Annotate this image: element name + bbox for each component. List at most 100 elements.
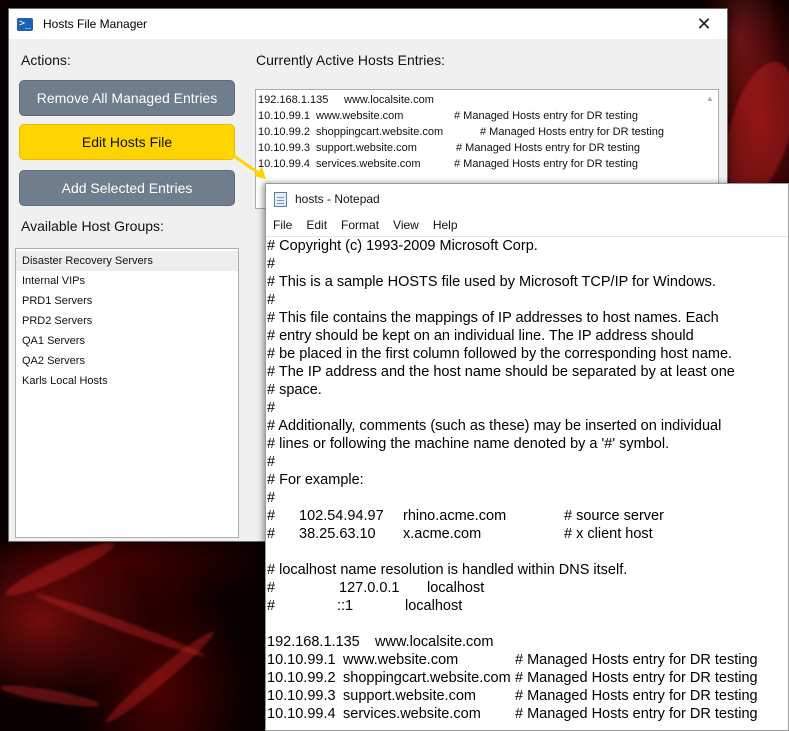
text-segment: # [267,400,276,416]
entry-comment: # Managed Hosts entry for DR testing [456,142,641,154]
manager-titlebar[interactable]: >_ Hosts File Manager ✕ [9,9,727,39]
text-segment: # For example: [267,472,364,488]
text-segment: services.website.com [343,706,481,722]
text-line: # be placed in the first column followed… [267,345,788,363]
text-segment: shoppingcart.website.com [343,670,511,686]
text-segment: # x client host [564,526,653,542]
text-segment: # [267,454,276,470]
text-segment: # [267,490,276,506]
text-segment: 102.54.94.97 [299,508,384,524]
list-item[interactable]: QA1 Servers [16,331,238,351]
notepad-window: hosts - Notepad File Edit Format View Help #… [265,183,789,731]
text-segment: localhost [405,598,463,614]
notepad-text-area[interactable]: # Copyright (c) 1993-2009 Microsoft Corp… [266,236,788,730]
text-segment: # source server [564,508,664,524]
arrow-icon [233,154,266,179]
text-line: #127.0.0.1 localhost [267,579,788,597]
text-line: # [267,399,788,417]
text-line: # space. [267,381,788,399]
entry-host: www.localsite.com [344,94,434,106]
text-segment: # [267,580,276,596]
powershell-icon: >_ [17,17,33,31]
text-line: # lines or following the machine name de… [267,435,788,453]
text-segment: # [267,598,276,614]
list-item[interactable]: PRD1 Servers [16,291,238,311]
text-line: # Additionally, comments (such as these)… [267,417,788,435]
notepad-menubar: File Edit Format View Help [266,214,788,236]
entry-ip: 10.10.99.1 [258,110,310,122]
notepad-icon [274,191,287,207]
manager-title: Hosts File Manager [43,17,148,31]
text-segment: # lines or following the machine name de… [267,436,670,452]
list-item: 192.168.1.135 www.localsite.com [258,92,718,108]
close-icon[interactable]: ✕ [681,9,727,39]
wallpaper-streak [1,535,119,603]
entry-host: support.website.com [316,142,417,154]
text-line: #38.25.63.10 x.acme.com # x client host [267,525,788,543]
text-segment: 127.0.0.1 [339,580,400,596]
scroll-up-icon[interactable]: ▲ [702,90,718,106]
entry-host: services.website.com [316,158,421,170]
host-groups-list[interactable]: Disaster Recovery Servers Internal VIPs … [15,248,239,538]
available-host-groups-label: Available Host Groups: [21,218,164,234]
text-segment: # This file contains the mappings of IP … [267,310,719,326]
list-item: 10.10.99.1 www.website.com # Managed Hos… [258,108,718,124]
text-segment: 10.10.99.4 [267,706,336,722]
list-item: 10.10.99.3 support.website.com # Managed… [258,140,718,156]
text-line [267,543,788,561]
list-item: 10.10.99.2 shoppingcart.website.com # Ma… [258,124,718,140]
text-line: # [267,291,788,309]
entry-host: www.website.com [316,110,404,122]
list-item[interactable]: Internal VIPs [16,271,238,291]
add-selected-entries-button[interactable]: Add Selected Entries [19,170,235,206]
menu-item-file[interactable]: File [266,218,299,232]
text-segment: 192.168.1.135 [267,634,360,650]
text-segment: # [267,508,276,524]
remove-all-managed-entries-button[interactable]: Remove All Managed Entries [19,80,235,116]
entry-host: shoppingcart.website.com [316,126,444,138]
text-line: 10.10.99.2 shoppingcart.website.com # Mana… [267,669,788,687]
text-segment: localhost [427,580,485,596]
text-segment: www.localsite.com [375,634,494,650]
text-segment: # Copyright (c) 1993-2009 Microsoft Corp… [267,238,538,254]
text-line: # [267,255,788,273]
text-line: # This file contains the mappings of IP … [267,309,788,327]
text-line [267,615,788,633]
text-line: # This is a sample HOSTS file used by Mi… [267,273,788,291]
text-segment: # localhost name resolution is handled w… [267,562,628,578]
list-item[interactable]: Karls Local Hosts [16,371,238,391]
text-segment: 10.10.99.3 [267,688,336,704]
text-segment: # space. [267,382,322,398]
actions-label: Actions: [21,52,71,68]
menu-item-edit[interactable]: Edit [299,218,334,232]
text-segment: # Managed Hosts entry for DR testing [515,652,758,668]
list-item[interactable]: QA2 Servers [16,351,238,371]
notepad-titlebar[interactable]: hosts - Notepad [266,184,788,214]
text-line: 10.10.99.3 support.website.com # Managed H… [267,687,788,705]
text-line: # [267,489,788,507]
menu-item-view[interactable]: View [386,218,426,232]
text-segment: # entry should be kept on an individual … [267,328,694,344]
list-item[interactable]: PRD2 Servers [16,311,238,331]
text-segment: # Managed Hosts entry for DR testing [515,706,758,722]
entry-comment: # Managed Hosts entry for DR testing [454,110,639,122]
text-line: # For example: [267,471,788,489]
list-item: 10.10.99.4 services.website.com # Manage… [258,156,718,172]
text-segment: 38.25.63.10 [299,526,376,542]
active-entries-label: Currently Active Hosts Entries: [256,52,446,68]
entry-ip: 192.168.1.135 [258,94,329,106]
entry-ip: 10.10.99.2 [258,126,310,138]
text-segment: # Additionally, comments (such as these)… [267,418,722,434]
text-segment: # [267,292,276,308]
edit-hosts-file-button[interactable]: Edit Hosts File [19,124,235,160]
menu-item-format[interactable]: Format [334,218,386,232]
text-segment: ::1 [337,598,354,614]
text-segment: # be placed in the first column followed… [267,346,733,362]
text-line: # Copyright (c) 1993-2009 Microsoft Corp… [267,237,788,255]
text-line: # [267,453,788,471]
list-item[interactable]: Disaster Recovery Servers [16,251,238,271]
text-line: # entry should be kept on an individual … [267,327,788,345]
menu-item-help[interactable]: Help [426,218,465,232]
text-line: 192.168.1.135 www.localsite.com [267,633,788,651]
text-segment: # Managed Hosts entry for DR testing [515,688,758,704]
